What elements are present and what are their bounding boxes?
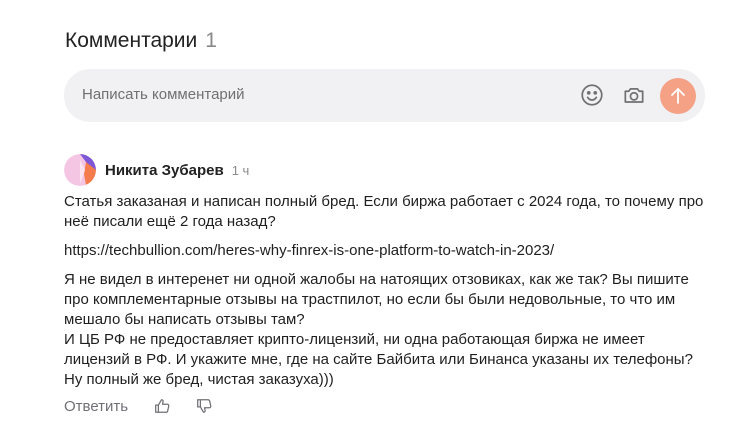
comment-author[interactable]: Никита Зубарев <box>105 162 224 179</box>
comments-count: 1 <box>205 29 217 52</box>
comment-paragraph: Я не видел в интеренет ни одной жалобы н… <box>64 271 689 328</box>
reply-button[interactable]: Ответить <box>64 398 128 415</box>
comment-time: 1 ч <box>231 162 250 178</box>
comment-paragraph: Статья заказаная и написан полный бред. … <box>64 193 704 230</box>
smiley-icon[interactable] <box>579 82 605 108</box>
avatar[interactable] <box>64 154 96 186</box>
comment-body: Статья заказаная и написан полный бред. … <box>64 192 714 390</box>
comments-header: Комментарии 1 <box>65 29 217 53</box>
comments-title: Комментарии <box>65 29 198 52</box>
comment-paragraph: И ЦБ РФ не предоставляет крипто-лицензий… <box>64 331 693 388</box>
comment-link[interactable]: https://techbullion.com/heres-why-finrex… <box>64 241 714 261</box>
comment-actions: Ответить <box>64 397 213 415</box>
comment-item: Никита Зубарев 1 ч Статья заказаная и на… <box>64 154 714 415</box>
send-button[interactable] <box>660 78 696 114</box>
comment-input[interactable] <box>82 86 562 103</box>
comment-composer[interactable] <box>64 69 705 122</box>
camera-icon[interactable] <box>621 82 647 108</box>
thumbs-up-icon[interactable] <box>153 397 171 415</box>
arrow-up-icon <box>671 88 685 104</box>
thumbs-down-icon[interactable] <box>195 397 213 415</box>
comment-header: Никита Зубарев 1 ч <box>64 154 714 186</box>
